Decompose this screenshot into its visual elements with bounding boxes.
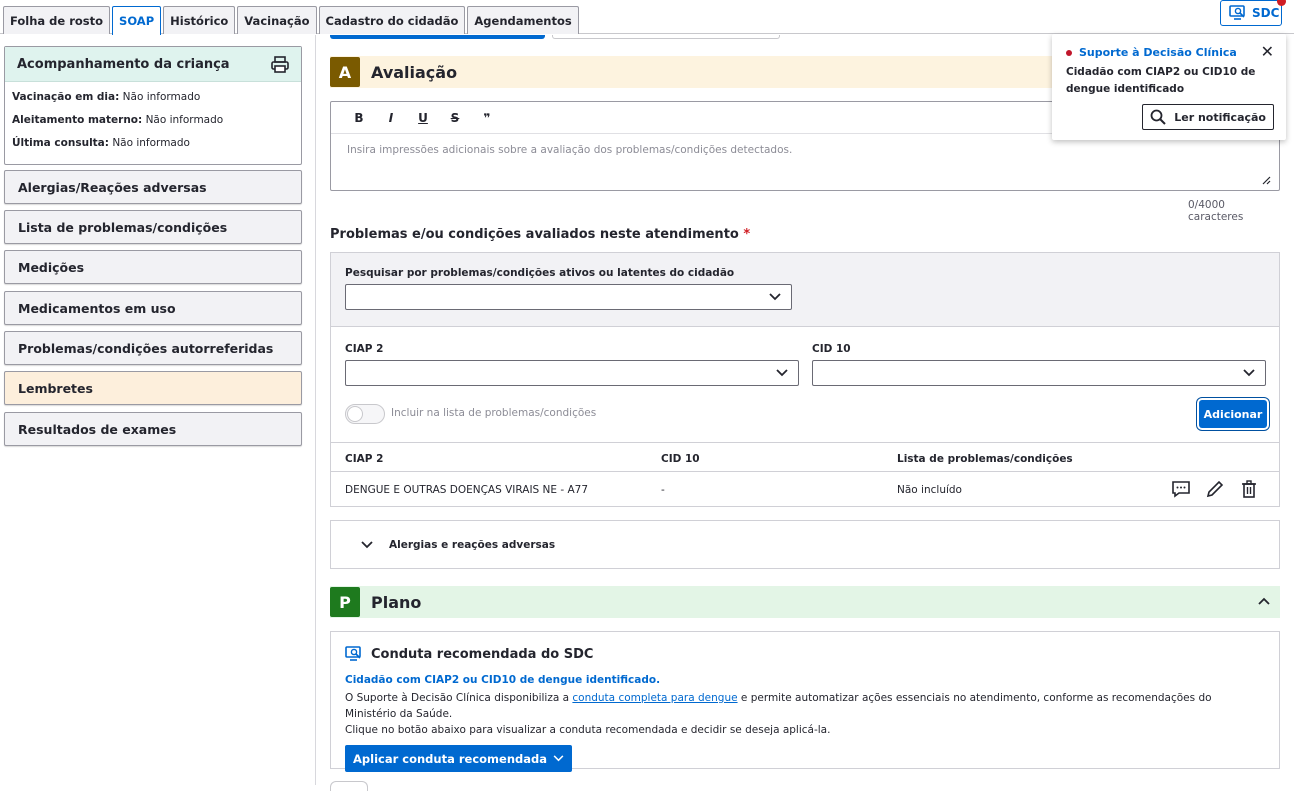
sdc-card-subtitle: Cidadão com CIAP2 ou CID10 de dengue ide… (345, 674, 661, 686)
section-plano-header[interactable]: P Plano (330, 586, 1280, 618)
sdc-button[interactable]: SDC (1220, 0, 1282, 26)
section-plano-title: Plano (371, 592, 422, 612)
row-cid: - (661, 484, 665, 496)
quote-button[interactable]: ❞ (471, 111, 503, 125)
chevron-down-icon (553, 755, 564, 762)
dengue-protocol-link[interactable]: conduta completa para dengue (572, 692, 737, 704)
child-card-title: Acompanhamento da criança (17, 56, 230, 72)
apply-recommendation-button[interactable]: Aplicar conduta recomendada (345, 745, 572, 772)
close-icon[interactable]: ✕ (1261, 42, 1274, 61)
sidebar-item-measurements[interactable]: Medições (4, 250, 302, 284)
tab-agendamentos[interactable]: Agendamentos (467, 6, 579, 34)
scrolled-element-edge (330, 781, 368, 791)
scrolled-button-edge (330, 35, 545, 39)
col-problem-list: Lista de problemas/condições (897, 453, 1073, 465)
tab-bar: Folha de rosto SOAP Histórico Vacinação … (3, 6, 579, 35)
printer-icon[interactable] (271, 55, 289, 73)
problems-search-area: Pesquisar por problemas/condições ativos… (331, 253, 1279, 327)
tab-soap[interactable]: SOAP (112, 6, 162, 35)
resize-handle-icon[interactable] (1262, 176, 1271, 185)
ciap-label: CIAP 2 (345, 343, 384, 355)
top-bar: Folha de rosto SOAP Histórico Vacinação … (0, 0, 1294, 35)
notification-title: Suporte à Decisão Clínica (1066, 46, 1272, 59)
chevron-down-icon (766, 361, 798, 385)
chevron-down-icon (759, 285, 791, 309)
row-ciap: DENGUE E OUTRAS DOENÇAS VIRAIS NE - A77 (345, 484, 589, 496)
cid-field-group: CID 10 (812, 343, 1266, 386)
monitor-search-icon (1229, 5, 1245, 20)
child-row-breastfeeding: Aleitamento materno: Não informado (12, 114, 224, 126)
strikethrough-button[interactable]: S (439, 111, 471, 125)
child-card-header: Acompanhamento da criança (5, 47, 301, 82)
cid-select[interactable] (812, 360, 1266, 386)
include-list-label: Incluir na lista de problemas/condições (391, 407, 597, 419)
include-list-toggle[interactable] (345, 404, 385, 424)
char-counter: 0/4000 caracteres (1188, 199, 1244, 223)
notification-dot (1277, 0, 1286, 6)
sdc-recommendation-card: Conduta recomendada do SDC Cidadão com C… (330, 631, 1280, 772)
sidebar-item-reminders[interactable]: Lembretes (4, 371, 302, 405)
child-row-vaccination: Vacinação em dia: Não informado (12, 91, 201, 103)
sidebar-item-allergies[interactable]: Alergias/Reações adversas (4, 170, 302, 204)
section-a-badge: A (330, 57, 360, 87)
toggle-knob (347, 406, 363, 422)
search-icon (1150, 109, 1166, 125)
col-ciap: CIAP 2 (345, 453, 384, 465)
allergies-label: Alergias e reações adversas (389, 538, 556, 551)
chevron-down-icon (361, 540, 373, 548)
table-header: CIAP 2 CID 10 Lista de problemas/condiçõ… (331, 442, 1279, 472)
sidebar-item-problem-list[interactable]: Lista de problemas/condições (4, 210, 302, 244)
child-follow-up-card: Acompanhamento da criança Vacinação em d… (4, 46, 302, 165)
col-cid: CID 10 (661, 453, 700, 465)
ciap-field-group: CIAP 2 (345, 343, 799, 386)
underline-button[interactable]: U (407, 111, 439, 125)
problems-search-select[interactable] (345, 284, 792, 310)
chevron-down-icon (1233, 361, 1265, 385)
edit-icon[interactable] (1205, 480, 1225, 498)
comment-icon[interactable] (1171, 480, 1191, 498)
ciap-cid-area: CIAP 2 CID 10 Incluir na lista de proble… (331, 327, 1279, 442)
monitor-search-icon (345, 646, 361, 661)
sdc-card-text: O Suporte à Decisão Clínica disponibiliz… (345, 692, 1212, 736)
problems-panel: Pesquisar por problemas/condições ativos… (330, 252, 1280, 507)
scrolled-button-edge-2 (552, 35, 780, 39)
section-avaliacao-title: Avaliação (371, 62, 458, 82)
italic-button[interactable]: I (375, 111, 407, 125)
cid-label: CID 10 (812, 343, 851, 355)
tab-vacinacao[interactable]: Vacinação (237, 6, 317, 34)
problems-label: Problemas e/ou condições avaliados neste… (330, 227, 751, 242)
sdc-button-label: SDC (1252, 6, 1280, 20)
child-row-last-visit: Última consulta: Não informado (12, 137, 190, 149)
tab-historico[interactable]: Histórico (163, 6, 236, 34)
sdc-card-title: Conduta recomendada do SDC (371, 646, 594, 662)
ciap-select[interactable] (345, 360, 799, 386)
required-mark: * (743, 227, 751, 242)
table-row: DENGUE E OUTRAS DOENÇAS VIRAIS NE - A77 … (331, 472, 1279, 506)
sdc-card-header: Conduta recomendada do SDC (345, 646, 1265, 662)
row-actions (1171, 480, 1259, 498)
sdc-notification-popup: Suporte à Decisão Clínica ✕ Cidadão com … (1052, 34, 1286, 140)
notification-body: Cidadão com CIAP2 ou CID10 de dengue ide… (1066, 66, 1256, 95)
sidebar: Acompanhamento da criança Vacinação em d… (0, 35, 316, 785)
sidebar-item-self-reported[interactable]: Problemas/condições autorreferidas (4, 331, 302, 365)
allergies-accordion[interactable]: Alergias e reações adversas (330, 520, 1280, 569)
tab-cadastro-do-cidadao[interactable]: Cadastro do cidadão (318, 6, 466, 34)
row-list-status: Não incluído (897, 484, 962, 496)
read-notification-button[interactable]: Ler notificação (1142, 104, 1274, 130)
section-p-badge: P (330, 587, 360, 617)
sidebar-item-exam-results[interactable]: Resultados de exames (4, 412, 302, 446)
add-button[interactable]: Adicionar (1199, 400, 1267, 428)
chevron-up-icon[interactable] (1258, 594, 1270, 609)
bold-button[interactable]: B (343, 111, 375, 125)
tab-folha-de-rosto[interactable]: Folha de rosto (3, 6, 111, 34)
search-label: Pesquisar por problemas/condições ativos… (345, 267, 735, 279)
trash-icon[interactable] (1239, 480, 1259, 498)
notification-dot (1066, 49, 1072, 56)
sidebar-item-medications[interactable]: Medicamentos em uso (4, 291, 302, 325)
